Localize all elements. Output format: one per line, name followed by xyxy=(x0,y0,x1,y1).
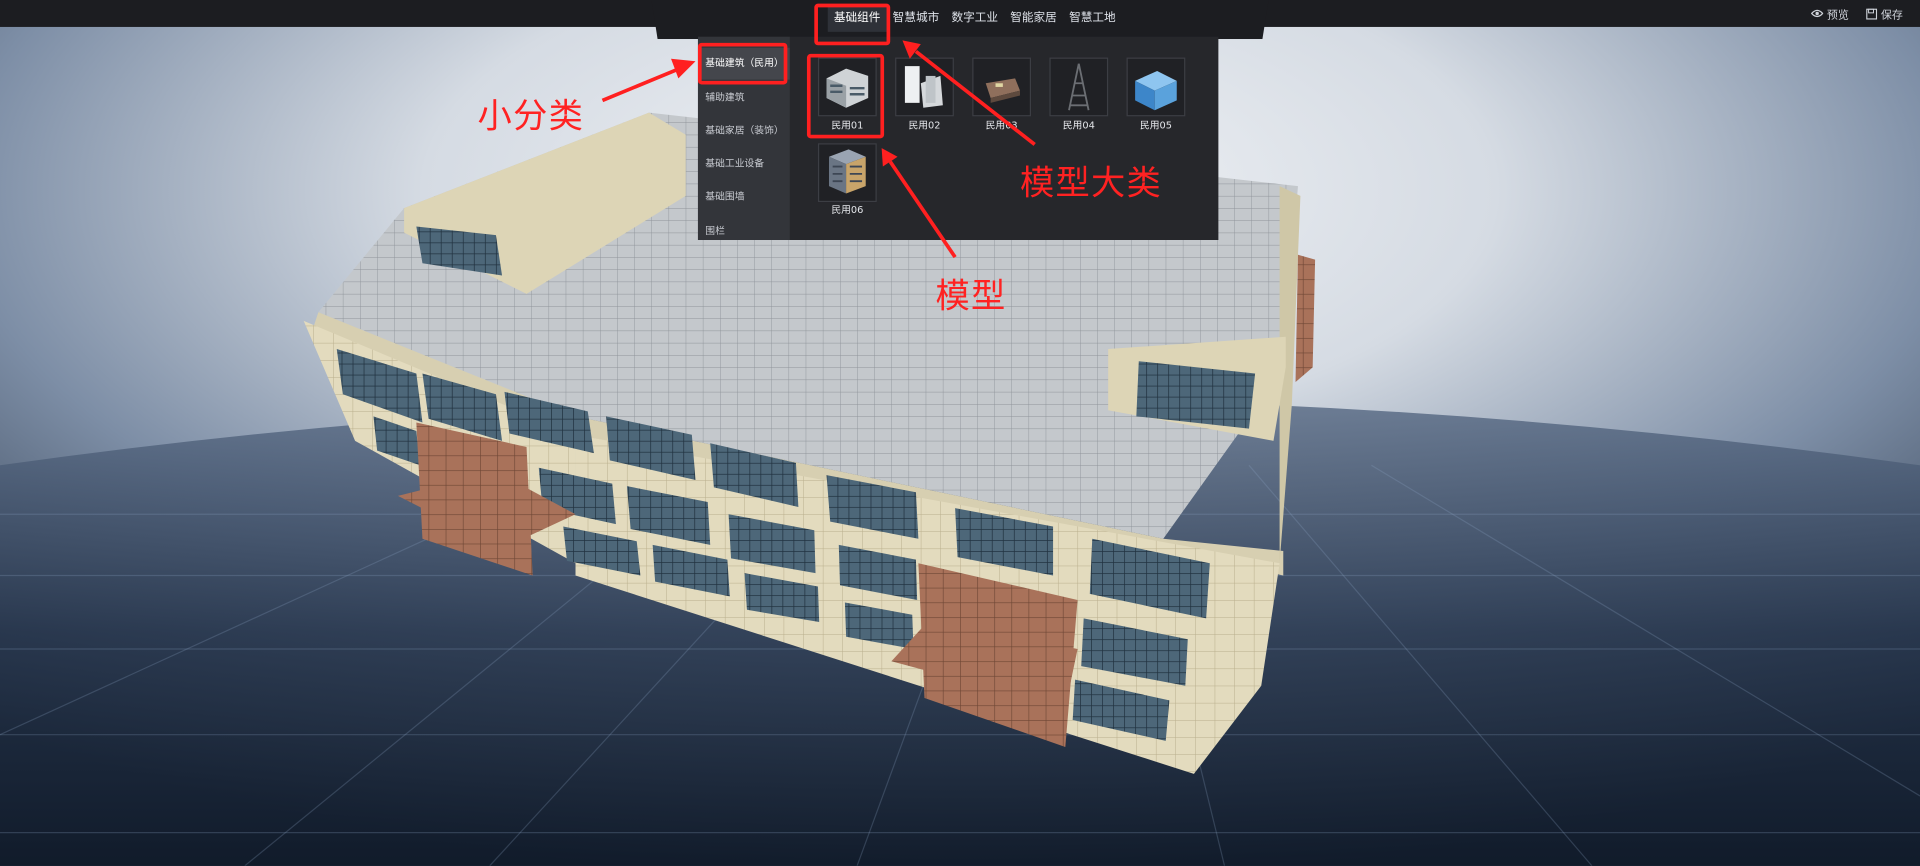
subcat-industrial[interactable]: 基础工业设备 xyxy=(698,148,790,180)
tab-smart-city[interactable]: 智慧城市 xyxy=(887,5,946,32)
tab-smart-home[interactable]: 智能家居 xyxy=(1004,5,1063,32)
highlight-category-tab xyxy=(814,3,891,46)
eye-icon xyxy=(1810,9,1824,18)
model-card-06[interactable] xyxy=(817,143,877,203)
model-label-06: 民用06 xyxy=(831,204,864,216)
model-card-02[interactable] xyxy=(895,57,954,117)
preview-button[interactable]: 预览 xyxy=(1810,6,1849,22)
white-building-thumbnail xyxy=(904,66,943,108)
subcat-auxiliary[interactable]: 辅助建筑 xyxy=(698,82,790,114)
blue-building-thumbnail xyxy=(1135,71,1177,111)
model-label-05: 民用05 xyxy=(1139,120,1172,132)
tall-building-thumbnail xyxy=(828,149,866,194)
save-button[interactable]: 保存 xyxy=(1866,6,1903,22)
model-label-04: 民用04 xyxy=(1062,120,1095,132)
highlight-model-card xyxy=(806,53,885,139)
save-icon xyxy=(1866,7,1878,19)
annotation-subcategory: 小分类 xyxy=(477,95,585,136)
tab-smart-site[interactable]: 智慧工地 xyxy=(1063,5,1122,32)
subcat-fence[interactable]: 围栏 xyxy=(698,216,790,240)
save-label: 保存 xyxy=(1880,9,1903,22)
model-card-04[interactable] xyxy=(1049,57,1109,117)
annotation-category: 模型大类 xyxy=(1020,162,1163,204)
preview-label: 预览 xyxy=(1826,9,1849,22)
model-card-05[interactable] xyxy=(1126,57,1186,117)
model-label-02: 民用02 xyxy=(908,120,941,132)
tab-digital-industry[interactable]: 数字工业 xyxy=(945,5,1004,32)
subcat-furniture[interactable]: 基础家居（装饰） xyxy=(698,115,790,147)
top-actions: 预览 保存 xyxy=(1810,0,1903,27)
tower-thumbnail xyxy=(1068,63,1090,111)
highlight-subcategory xyxy=(697,42,788,85)
annotation-model: 模型 xyxy=(935,275,1007,316)
low-building-thumbnail xyxy=(985,78,1021,103)
model-card-03[interactable] xyxy=(972,57,1032,117)
topbar-left xyxy=(0,0,657,27)
model-label-03: 民用03 xyxy=(985,120,1018,132)
subcat-wall[interactable]: 基础围墙 xyxy=(698,181,790,213)
